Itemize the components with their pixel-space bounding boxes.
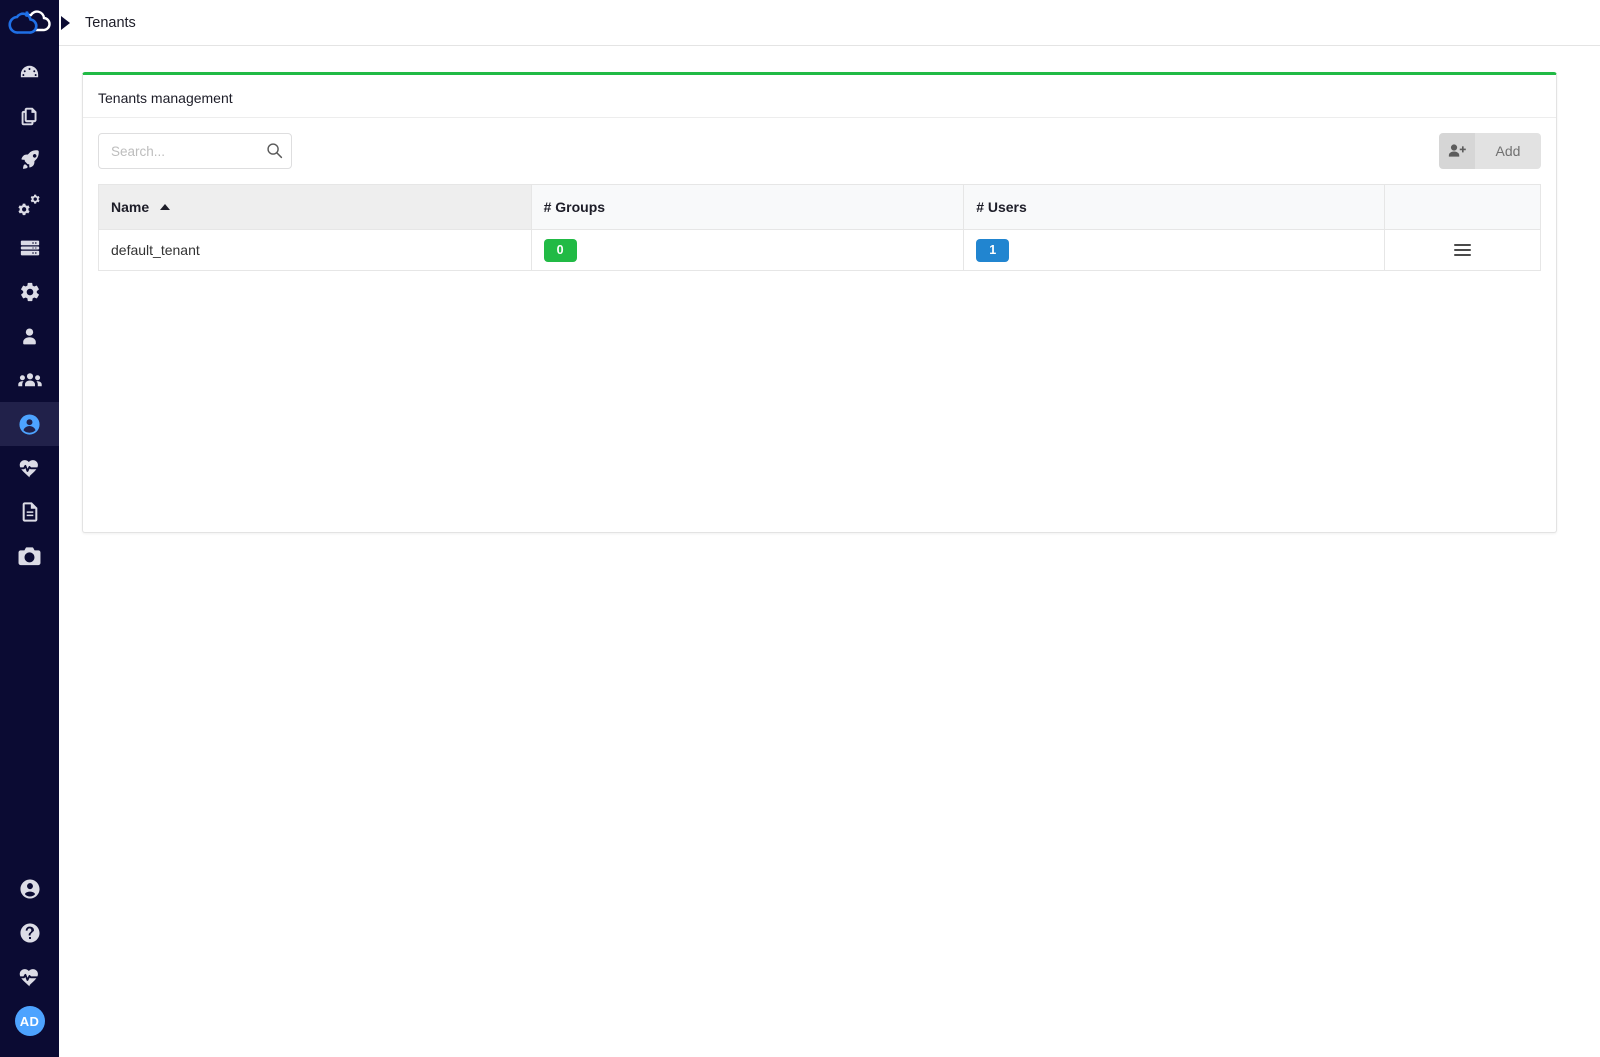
column-header-name-label: Name: [111, 199, 150, 215]
add-tenant-button[interactable]: Add: [1475, 133, 1541, 169]
blueprints-copy-icon: [21, 107, 37, 125]
sidebar-item-services[interactable]: [0, 182, 59, 226]
cell-users-count: 1: [963, 229, 1386, 271]
row-menu-button[interactable]: [1397, 241, 1528, 259]
sidebar-item-help[interactable]: [0, 911, 59, 955]
tenant-user-circle-icon: [19, 413, 40, 435]
heartbeat-icon: [18, 968, 41, 986]
top-bar: Tenants: [59, 0, 1600, 46]
card-body: Add Name # Groups: [83, 118, 1556, 271]
breadcrumb: Tenants: [59, 15, 136, 31]
app-logo[interactable]: [0, 0, 59, 46]
sidebar-item-dashboard[interactable]: [0, 50, 59, 94]
column-header-name[interactable]: Name: [98, 184, 532, 230]
tenants-table: Name # Groups # Users default_tenant 0 1: [98, 184, 1541, 271]
table-body: default_tenant 0 1: [98, 229, 1541, 271]
sidebar-item-account[interactable]: [0, 867, 59, 911]
cell-tenant-name: default_tenant: [98, 229, 532, 271]
sidebar-item-tenants[interactable]: [0, 402, 59, 446]
page-title: Tenants: [85, 14, 136, 31]
table-head: Name # Groups # Users: [98, 184, 1541, 230]
search-input[interactable]: [98, 133, 292, 169]
user-circle-icon: [19, 879, 40, 899]
cell-groups-count: 0: [530, 229, 965, 271]
sidebar-item-user-groups[interactable]: [0, 358, 59, 402]
toolbar: Add: [98, 131, 1541, 171]
sidebar-item-health[interactable]: [0, 446, 59, 490]
tenants-card: Tenants management Search... Add Name # …: [82, 72, 1557, 533]
table-header-row: Name # Groups # Users: [98, 184, 1541, 230]
system-gear-icon: [20, 282, 39, 302]
column-header-groups[interactable]: # Groups: [530, 184, 965, 230]
column-header-users[interactable]: # Users: [963, 184, 1386, 230]
sidebar-item-deployments[interactable]: [0, 138, 59, 182]
file-text-icon: [22, 502, 37, 522]
sidebar-user-avatar[interactable]: AD: [0, 999, 59, 1043]
page-content: Tenants management Search... Add Name # …: [59, 46, 1600, 1057]
sidebar-item-system[interactable]: [0, 270, 59, 314]
sort-ascending-caret-icon: [160, 204, 171, 210]
search-container: [98, 133, 292, 169]
avatar: AD: [14, 1006, 45, 1036]
hamburger-menu-icon: [1454, 241, 1472, 259]
sidebar-nav-bottom: AD: [0, 867, 59, 1057]
user-icon: [23, 327, 36, 344]
add-tenant-icon-button[interactable]: [1439, 133, 1475, 169]
camera-icon: [18, 546, 41, 565]
heartbeat-icon: [18, 459, 41, 477]
deployments-rocket-icon: [20, 150, 39, 169]
add-button-group: Add: [1439, 133, 1541, 169]
sidebar-item-logs[interactable]: [0, 490, 59, 534]
sidebar-item-status[interactable]: [0, 955, 59, 999]
user-group-icon: [17, 373, 42, 387]
breadcrumb-arrow-icon: [61, 15, 70, 30]
column-header-actions: [1384, 184, 1541, 230]
question-circle-icon: [19, 923, 40, 943]
nodes-server-icon: [20, 240, 39, 256]
card-title: Tenants management: [83, 75, 1556, 118]
sidebar-item-nodes[interactable]: [0, 226, 59, 270]
cell-row-actions: [1384, 229, 1541, 271]
table-row[interactable]: default_tenant 0 1: [98, 229, 1541, 271]
sidebar-item-users[interactable]: [0, 314, 59, 358]
cloud-logo-icon: [7, 10, 51, 34]
sidebar-nav-top: [0, 46, 59, 578]
user-plus-icon: [1448, 144, 1466, 157]
sidebar-item-blueprints[interactable]: [0, 94, 59, 138]
sidebar-item-snapshots[interactable]: [0, 534, 59, 578]
services-cogs-icon: [18, 194, 40, 215]
sidebar: AD: [0, 0, 59, 1057]
dashboard-gauge-icon: [20, 65, 39, 77]
groups-count-badge: 0: [543, 238, 577, 262]
users-count-badge: 1: [976, 238, 1010, 262]
